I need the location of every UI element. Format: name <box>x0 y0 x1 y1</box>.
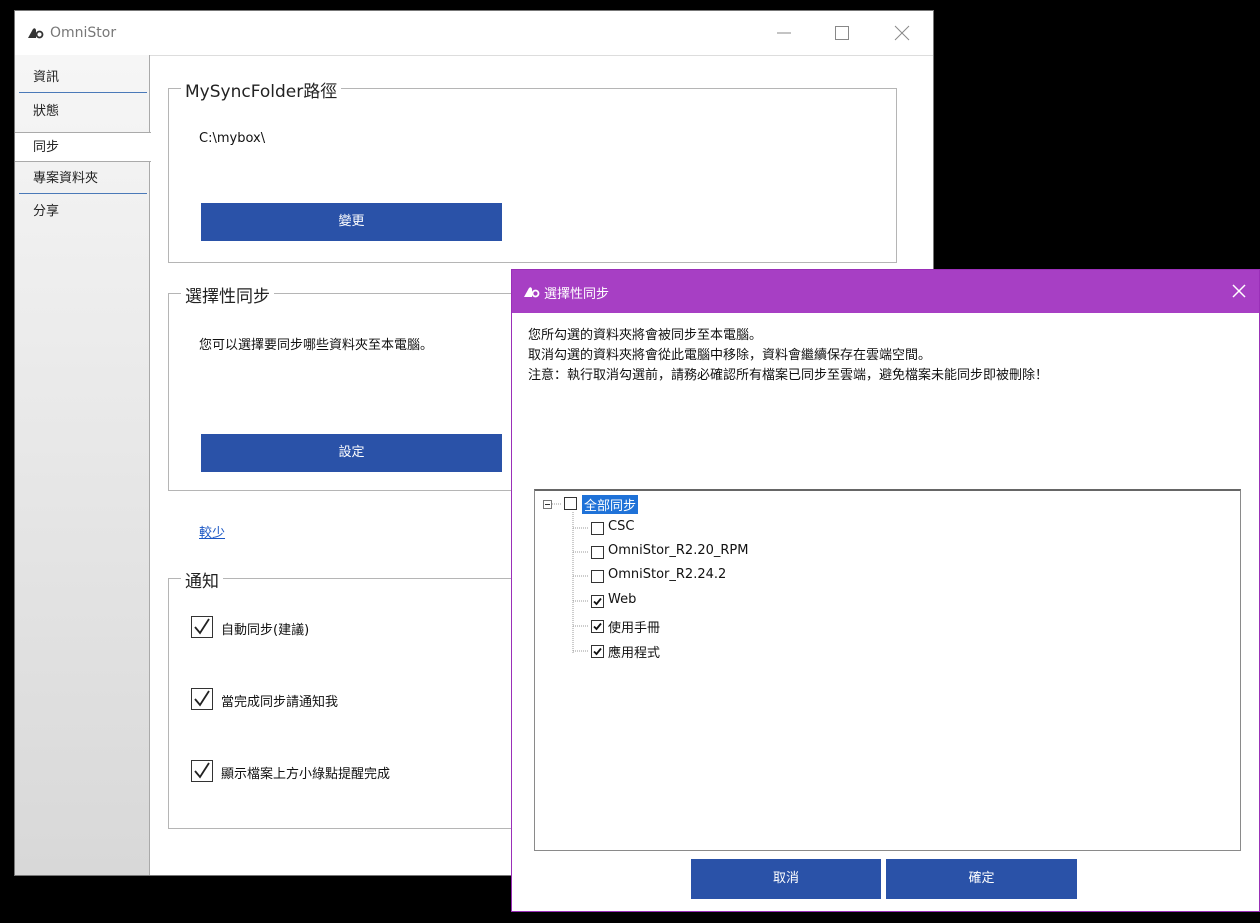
cloud-logo-icon <box>524 287 540 298</box>
tree-checkbox-checked[interactable] <box>591 620 604 633</box>
main-titlebar: OmniStor <box>15 11 933 56</box>
tree-node[interactable]: CSC <box>608 519 634 534</box>
tree-checkbox-checked[interactable] <box>591 595 604 608</box>
green-dot-label: 顯示檔案上方小綠點提醒完成 <box>221 767 391 782</box>
notify-complete-label: 當完成同步請通知我 <box>221 695 339 710</box>
auto-sync-checkbox[interactable] <box>191 616 213 638</box>
notice-line: 您所勾選的資料夾將會被同步至本電腦。 <box>528 328 763 343</box>
app-title: OmniStor <box>50 25 117 41</box>
cancel-button[interactable]: 取消 <box>691 859 881 899</box>
folder-tree: 全部同步 CSC OmniStor_R2.20_RPM OmniStor_R2.… <box>534 489 1241 851</box>
notification-group-title: 通知 <box>181 567 223 592</box>
tree-checkbox[interactable] <box>591 570 604 583</box>
dialog-titlebar: 選擇性同步 <box>512 270 1259 313</box>
close-icon[interactable] <box>891 22 913 44</box>
sidebar-item-status[interactable]: 狀態 <box>15 97 149 127</box>
tree-node-all-sync[interactable]: 全部同步 <box>582 495 639 514</box>
ok-button[interactable]: 確定 <box>886 859 1077 899</box>
sync-folder-group-title: MySyncFolder路徑 <box>181 77 342 102</box>
tree-node[interactable]: OmniStor_R2.24.2 <box>608 567 726 582</box>
tree-checkbox[interactable] <box>591 522 604 535</box>
tree-node[interactable]: Web <box>608 592 636 607</box>
selective-sync-group-title: 選擇性同步 <box>181 282 274 307</box>
checkmark-icon <box>593 622 602 631</box>
notice-line: 注意：執行取消勾選前，請務必確認所有檔案已同步至雲端，避免檔案未能同步即被刪除！ <box>528 368 1049 383</box>
tree-checkbox-checked[interactable] <box>591 645 604 658</box>
tree-node[interactable]: 使用手冊 <box>608 617 660 636</box>
checkmark-icon <box>193 762 210 779</box>
sidebar-item-info[interactable]: 資訊 <box>15 63 149 93</box>
auto-sync-label: 自動同步(建議) <box>221 623 310 638</box>
green-dot-checkbox[interactable] <box>191 760 213 782</box>
dialog-close-icon[interactable] <box>1229 281 1249 301</box>
tree-checkbox-all[interactable] <box>564 497 577 510</box>
checkmark-icon <box>593 647 602 656</box>
selective-sync-description: 您可以選擇要同步哪些資料夾至本電腦。 <box>199 338 434 353</box>
tree-collapse-icon[interactable] <box>543 500 552 509</box>
sidebar-item-label: 同步 <box>33 140 60 155</box>
sidebar-item-label: 資訊 <box>33 70 60 85</box>
sync-folder-group: MySyncFolder路徑 C:\mybox\ 變更 <box>168 77 897 263</box>
checkmark-icon <box>193 618 210 635</box>
maximize-icon[interactable] <box>831 22 853 44</box>
sync-folder-path: C:\mybox\ <box>199 131 266 146</box>
sidebar-item-project-folders[interactable]: 專案資料夾 <box>15 164 149 194</box>
selective-sync-settings-button[interactable]: 設定 <box>201 434 502 472</box>
sidebar-item-label: 分享 <box>33 204 60 219</box>
change-folder-button[interactable]: 變更 <box>201 203 502 241</box>
selective-sync-dialog: 選擇性同步 您所勾選的資料夾將會被同步至本電腦。 取消勾選的資料夾將會從此電腦中… <box>511 269 1260 912</box>
sidebar: 資訊 狀態 同步 專案資料夾 分享 <box>15 55 151 875</box>
sidebar-item-share[interactable]: 分享 <box>15 197 149 227</box>
sidebar-item-label: 狀態 <box>33 104 60 119</box>
dialog-title: 選擇性同步 <box>544 287 610 302</box>
tree-checkbox[interactable] <box>591 546 604 559</box>
sidebar-item-label: 專案資料夾 <box>33 171 99 186</box>
tree-node[interactable]: OmniStor_R2.20_RPM <box>608 543 748 558</box>
minimize-icon[interactable] <box>773 22 795 44</box>
less-link[interactable]: 較少 <box>199 522 225 541</box>
cloud-logo-icon <box>28 28 44 39</box>
notice-line: 取消勾選的資料夾將會從此電腦中移除，資料會繼續保存在雲端空間。 <box>528 348 932 363</box>
sidebar-item-sync[interactable]: 同步 <box>15 132 151 162</box>
notify-complete-checkbox[interactable] <box>191 688 213 710</box>
checkmark-icon <box>593 597 602 606</box>
tree-node[interactable]: 應用程式 <box>608 642 660 661</box>
checkmark-icon <box>193 690 210 707</box>
